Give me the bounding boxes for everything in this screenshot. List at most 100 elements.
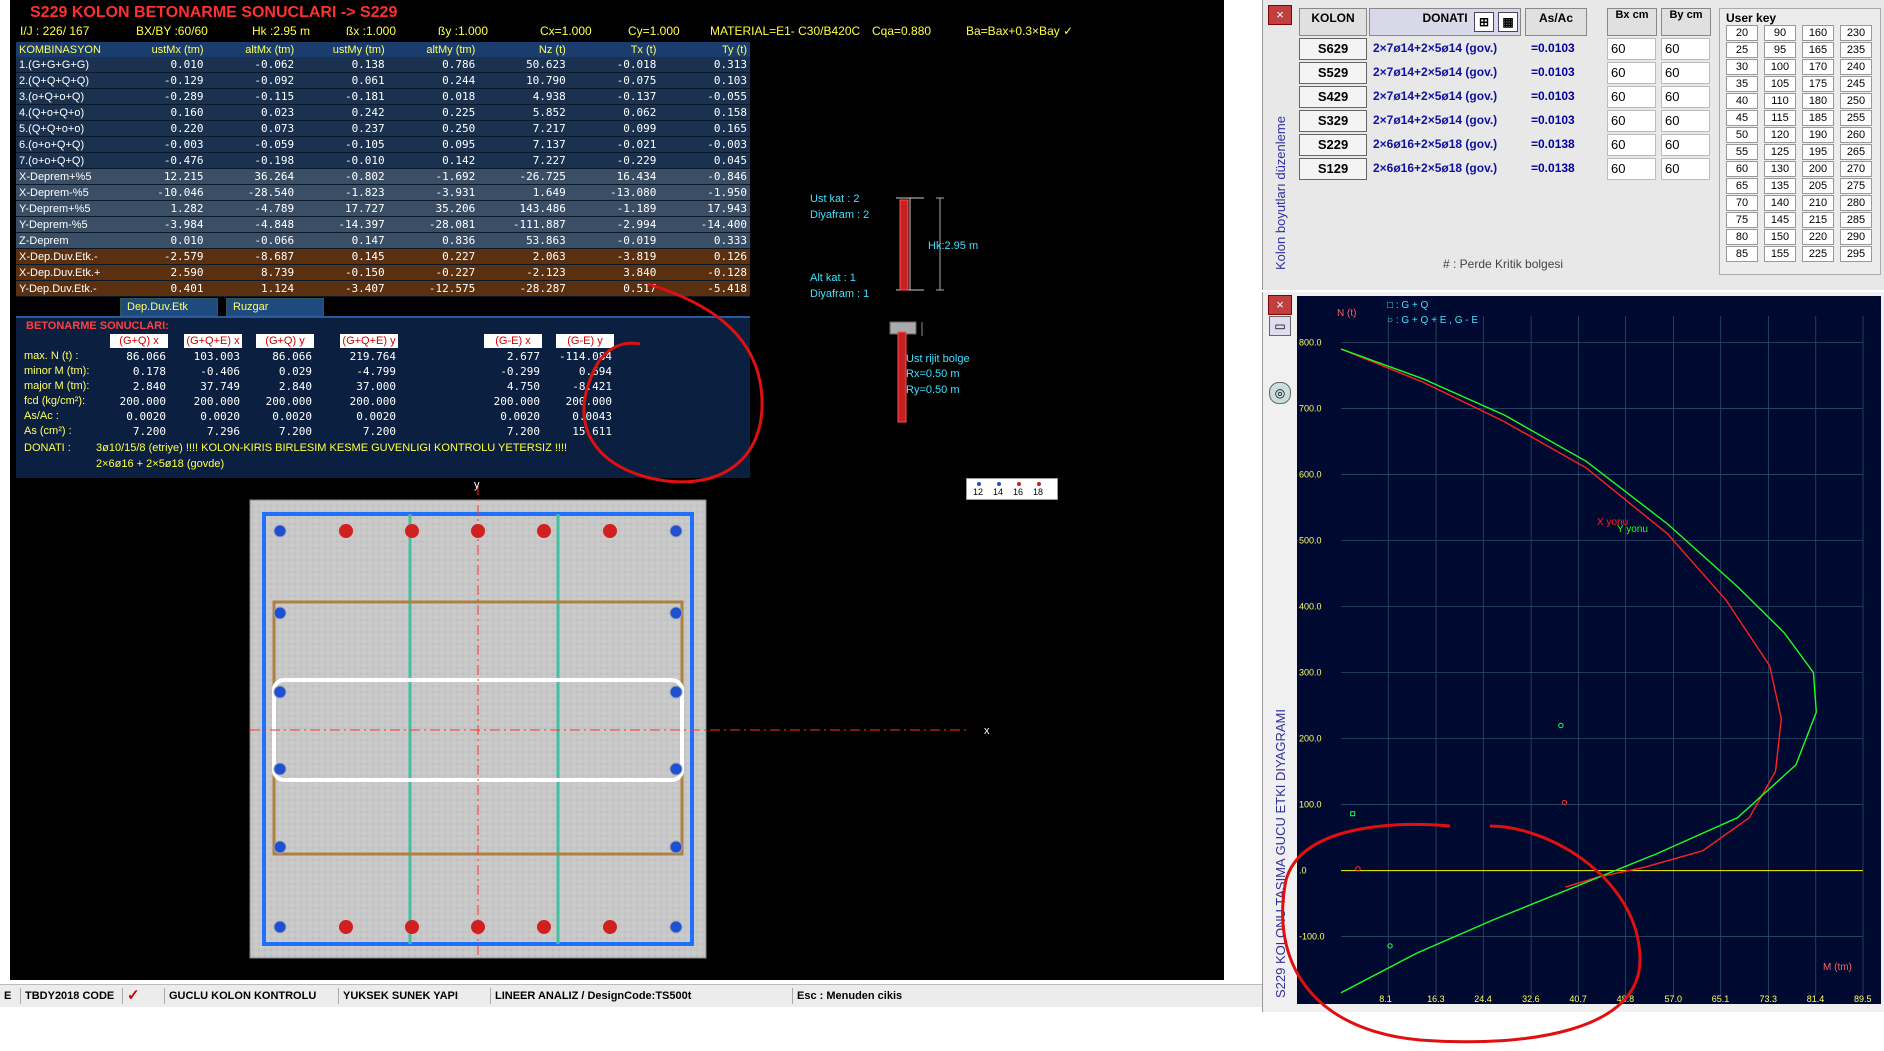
bx-input[interactable]: 60: [1607, 110, 1656, 132]
info-hk: Hk :2.95 m: [252, 24, 311, 38]
user-key-button[interactable]: 175: [1802, 76, 1834, 92]
globe-icon[interactable]: ◎: [1269, 382, 1291, 404]
close-icon[interactable]: ×: [1268, 295, 1292, 315]
user-key-button[interactable]: 280: [1840, 195, 1872, 211]
user-key-button[interactable]: 270: [1840, 161, 1872, 177]
bx-input[interactable]: 60: [1607, 86, 1656, 108]
user-key-button[interactable]: 20: [1726, 25, 1758, 41]
kolon-button-S229[interactable]: S229: [1299, 134, 1367, 156]
user-key-button[interactable]: 100: [1764, 59, 1796, 75]
user-key-button[interactable]: 105: [1764, 76, 1796, 92]
user-key-button[interactable]: 205: [1802, 178, 1834, 194]
user-key-button[interactable]: 145: [1764, 212, 1796, 228]
user-key-button[interactable]: 250: [1840, 93, 1872, 109]
kolon-button-S329[interactable]: S329: [1299, 110, 1367, 132]
kolon-button-S429[interactable]: S429: [1299, 86, 1367, 108]
table-row[interactable]: Y-Deprem-%5 -3.984 -4.848 -14.397 -28.081 -11…: [16, 216, 750, 233]
user-key-button[interactable]: 60: [1726, 161, 1758, 177]
user-key-button[interactable]: 215: [1802, 212, 1834, 228]
bx-input[interactable]: 60: [1607, 158, 1656, 180]
user-key-button[interactable]: 125: [1764, 144, 1796, 160]
table-row[interactable]: 2.(Q+Q+Q+Q) -0.129 -0.092 0.061 0.244 10.790-…: [16, 72, 750, 89]
user-key-button[interactable]: 35: [1726, 76, 1758, 92]
user-key-button[interactable]: 220: [1802, 229, 1834, 245]
user-key-button[interactable]: 40: [1726, 93, 1758, 109]
user-key-button[interactable]: 190: [1802, 127, 1834, 143]
by-input[interactable]: 60: [1661, 62, 1710, 84]
by-input[interactable]: 60: [1661, 110, 1710, 132]
table-row[interactable]: Y-Deprem+%5 1.282 -4.789 17.727 35.206 143.48…: [16, 200, 750, 217]
user-key-button[interactable]: 115: [1764, 110, 1796, 126]
user-key-button[interactable]: 90: [1764, 25, 1796, 41]
user-key-button[interactable]: 95: [1764, 42, 1796, 58]
user-key-button[interactable]: 50: [1726, 127, 1758, 143]
user-key-button[interactable]: 155: [1764, 246, 1796, 262]
user-key-button[interactable]: 130: [1764, 161, 1796, 177]
bx-input[interactable]: 60: [1607, 38, 1656, 60]
user-key-button[interactable]: 45: [1726, 110, 1758, 126]
user-key-button[interactable]: 85: [1726, 246, 1758, 262]
user-key-button[interactable]: 295: [1840, 246, 1872, 262]
by-input[interactable]: 60: [1661, 38, 1710, 60]
kolon-button-S629[interactable]: S629: [1299, 38, 1367, 60]
user-key-button[interactable]: 165: [1802, 42, 1834, 58]
by-input[interactable]: 60: [1661, 158, 1710, 180]
kolon-button-S529[interactable]: S529: [1299, 62, 1367, 84]
table-row[interactable]: 1.(G+G+G+G) 0.010 -0.062 0.138 0.786 50.623 -0…: [16, 57, 750, 73]
user-key-button[interactable]: 70: [1726, 195, 1758, 211]
user-key-button[interactable]: 275: [1840, 178, 1872, 194]
user-key-button[interactable]: 75: [1726, 212, 1758, 228]
user-key-button[interactable]: 65: [1726, 178, 1758, 194]
user-key-button[interactable]: 260: [1840, 127, 1872, 143]
user-key-button[interactable]: 285: [1840, 212, 1872, 228]
window-icon[interactable]: ▭: [1269, 316, 1291, 336]
user-key-button[interactable]: 140: [1764, 195, 1796, 211]
table-row[interactable]: 5.(Q+Q+o+o) 0.220 0.073 0.237 0.250 7.217 0.09…: [16, 120, 750, 137]
user-key-button[interactable]: 240: [1840, 59, 1872, 75]
by-input[interactable]: 60: [1661, 134, 1710, 156]
tab-ruzgar[interactable]: Ruzgar: [226, 298, 324, 316]
user-key-button[interactable]: 225: [1802, 246, 1834, 262]
tab-dep-duv-etk[interactable]: Dep.Duv.Etk: [120, 298, 218, 316]
bx-input[interactable]: 60: [1607, 62, 1656, 84]
user-key-button[interactable]: 245: [1840, 76, 1872, 92]
table-cell: -0.128: [659, 264, 750, 281]
table-row[interactable]: X-Deprem+%5 12.215 36.264 -0.802 -1.692 -26.7…: [16, 168, 750, 185]
user-key-button[interactable]: 185: [1802, 110, 1834, 126]
table-row[interactable]: 4.(Q+o+Q+o) 0.160 0.023 0.242 0.225 5.852 0.06…: [16, 104, 750, 121]
kolon-button-S129[interactable]: S129: [1299, 158, 1367, 180]
table-row[interactable]: 3.(o+Q+o+Q) -0.289 -0.115 -0.181 0.018 4.938-…: [16, 88, 750, 105]
close-icon[interactable]: ×: [1268, 5, 1292, 25]
user-key-button[interactable]: 135: [1764, 178, 1796, 194]
table-row[interactable]: Y-Dep.Duv.Etk.- 0.401 1.124 -3.407 -12.575 -2…: [16, 280, 750, 297]
user-key-button[interactable]: 160: [1802, 25, 1834, 41]
table-cell: -0.198: [206, 152, 298, 169]
user-key-button[interactable]: 290: [1840, 229, 1872, 245]
table-row[interactable]: 7.(o+o+Q+Q) -0.476 -0.198 -0.010 0.142 7.227-…: [16, 152, 750, 169]
user-key-button[interactable]: 170: [1802, 59, 1834, 75]
table-row[interactable]: X-Dep.Duv.Etk.- -2.579 -8.687 0.145 0.227 2.0…: [16, 248, 750, 265]
table-row[interactable]: 6.(o+o+Q+Q) -0.003 -0.059 -0.105 0.095 7.137-…: [16, 136, 750, 153]
user-key-button[interactable]: 80: [1726, 229, 1758, 245]
table-row[interactable]: X-Deprem-%5 -10.046 -28.540 -1.823 -3.931 1.6…: [16, 184, 750, 201]
table-row[interactable]: Z-Deprem 0.010 -0.066 0.147 0.836 53.863 -0.01…: [16, 232, 750, 249]
user-key-button[interactable]: 55: [1726, 144, 1758, 160]
by-input[interactable]: 60: [1661, 86, 1710, 108]
user-key-button[interactable]: 195: [1802, 144, 1834, 160]
user-key-button[interactable]: 110: [1764, 93, 1796, 109]
user-key-button[interactable]: 255: [1840, 110, 1872, 126]
user-key-button[interactable]: 25: [1726, 42, 1758, 58]
user-key-button[interactable]: 230: [1840, 25, 1872, 41]
user-key-button[interactable]: 180: [1802, 93, 1834, 109]
user-key-button[interactable]: 200: [1802, 161, 1834, 177]
user-key-button[interactable]: 120: [1764, 127, 1796, 143]
rebar-grid-icon[interactable]: ▦: [1498, 12, 1518, 32]
user-key-button[interactable]: 210: [1802, 195, 1834, 211]
bx-input[interactable]: 60: [1607, 134, 1656, 156]
user-key-button[interactable]: 265: [1840, 144, 1872, 160]
rebar-layout-icon[interactable]: ⊞: [1474, 12, 1494, 32]
user-key-button[interactable]: 150: [1764, 229, 1796, 245]
user-key-button[interactable]: 235: [1840, 42, 1872, 58]
user-key-button[interactable]: 30: [1726, 59, 1758, 75]
table-row[interactable]: X-Dep.Duv.Etk.+ 2.590 8.739 -0.150 -0.227 -2.…: [16, 264, 750, 281]
